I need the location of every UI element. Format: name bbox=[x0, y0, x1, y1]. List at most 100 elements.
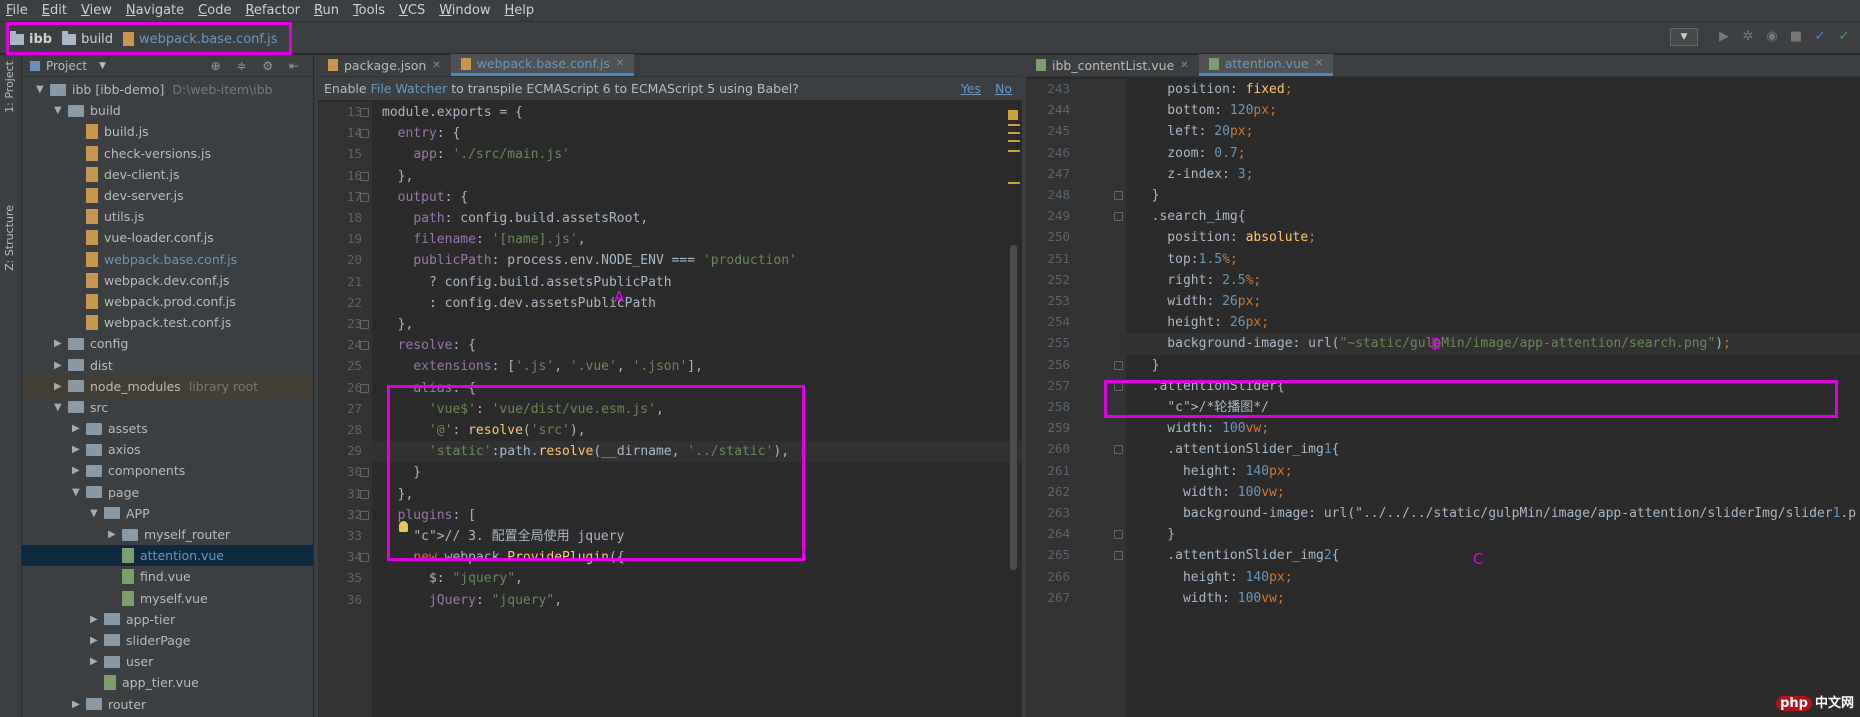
chevron-down-icon[interactable]: ▼ bbox=[99, 61, 106, 71]
fold-icon[interactable] bbox=[1114, 551, 1123, 561]
tree-item[interactable]: ▼ page bbox=[22, 482, 313, 503]
code-line[interactable]: output: { bbox=[382, 187, 468, 208]
tree-item[interactable]: ▶ sliderPage bbox=[22, 630, 313, 651]
chevron-right-icon[interactable]: ▶ bbox=[108, 529, 122, 540]
code-line[interactable]: width: 100vw; bbox=[1136, 418, 1269, 439]
tree-item[interactable]: ▶ app-tier bbox=[22, 609, 313, 630]
code-line[interactable]: width: 26px; bbox=[1136, 291, 1261, 312]
code-line[interactable]: height: 140px; bbox=[1136, 567, 1293, 588]
chevron-down-icon[interactable]: ▼ bbox=[54, 105, 68, 116]
fold-icon[interactable] bbox=[360, 171, 369, 181]
tree-item[interactable]: ▼ build bbox=[22, 100, 313, 121]
panel-actions[interactable]: ⊕ ≑ ⚙ ⇤ bbox=[211, 59, 305, 73]
chevron-right-icon[interactable]: ▶ bbox=[72, 465, 86, 476]
tree-item[interactable]: webpack.test.conf.js bbox=[22, 312, 313, 333]
chevron-right-icon[interactable]: ▶ bbox=[72, 423, 86, 434]
tab-structure[interactable]: Z: Structure bbox=[3, 205, 16, 271]
code-line[interactable]: width: 100vw; bbox=[1136, 482, 1285, 503]
menu-item-tools[interactable]: Tools bbox=[353, 3, 385, 18]
menu-item-window[interactable]: Window bbox=[439, 3, 490, 18]
no-link[interactable]: No bbox=[995, 81, 1012, 96]
editor-tab[interactable]: attention.vue ✕ bbox=[1198, 54, 1334, 76]
code-line[interactable]: .attentionSlider_img2{ bbox=[1136, 545, 1339, 566]
code-line[interactable]: right: 2.5%; bbox=[1136, 270, 1261, 291]
fold-icon[interactable] bbox=[360, 320, 369, 329]
editor-tab[interactable]: package.json ✕ bbox=[318, 54, 451, 76]
tree-item[interactable]: ▶ config bbox=[22, 333, 313, 354]
fold-icon[interactable] bbox=[1114, 530, 1123, 540]
tree-item[interactable]: webpack.prod.conf.js bbox=[22, 291, 313, 312]
code-line[interactable]: filename: '[name].js', bbox=[382, 229, 585, 250]
tree-item[interactable]: vue-loader.conf.js bbox=[22, 227, 313, 248]
chevron-right-icon[interactable]: ▶ bbox=[90, 635, 104, 646]
fold-icon[interactable] bbox=[360, 341, 369, 351]
code-line[interactable]: .search_img{ bbox=[1136, 206, 1246, 227]
tree-item[interactable]: ▶ assets bbox=[22, 418, 313, 439]
tree-item[interactable]: ▶ router bbox=[22, 693, 313, 714]
code-line[interactable]: } bbox=[1136, 524, 1175, 545]
code-line[interactable]: } bbox=[1136, 355, 1160, 376]
tree-item[interactable]: ▶ components bbox=[22, 460, 313, 481]
vcs-update-icon[interactable]: ✓ bbox=[1812, 29, 1828, 45]
menu-item-navigate[interactable]: Navigate bbox=[126, 3, 184, 18]
fold-icon[interactable] bbox=[360, 510, 369, 520]
fold-icon[interactable] bbox=[360, 489, 369, 499]
tree-item[interactable]: ▶ user bbox=[22, 651, 313, 672]
tree-item[interactable]: ▶ node_modules library root bbox=[22, 375, 313, 397]
editor-tab[interactable]: ibb_contentList.vue ✕ bbox=[1026, 54, 1199, 76]
menu-item-refactor[interactable]: Refactor bbox=[245, 3, 300, 18]
code-line[interactable]: position: absolute; bbox=[1136, 227, 1316, 248]
tree-item[interactable]: dev-client.js bbox=[22, 164, 313, 185]
chevron-right-icon[interactable]: ▶ bbox=[90, 656, 104, 667]
tree-item[interactable]: utils.js bbox=[22, 206, 313, 227]
tree-item[interactable]: webpack.dev.conf.js bbox=[22, 270, 313, 291]
code-line[interactable]: .attentionSlider_img1{ bbox=[1136, 439, 1339, 460]
tree-item[interactable]: ▼ src bbox=[22, 397, 313, 418]
close-icon[interactable]: ✕ bbox=[616, 58, 624, 69]
code-line[interactable]: }, bbox=[382, 314, 414, 335]
fold-icon[interactable] bbox=[360, 553, 369, 563]
tree-item[interactable]: check-versions.js bbox=[22, 143, 313, 164]
code-line[interactable]: jQuery: "jquery", bbox=[382, 590, 562, 611]
run-config-dropdown[interactable]: ▼ bbox=[1670, 28, 1698, 46]
chevron-right-icon[interactable]: ▶ bbox=[72, 444, 86, 455]
fold-icon[interactable] bbox=[360, 468, 369, 478]
code-line[interactable]: left: 20px; bbox=[1136, 121, 1253, 142]
chevron-right-icon[interactable]: ▶ bbox=[90, 614, 104, 625]
tree-item[interactable]: ▶ dist bbox=[22, 354, 313, 375]
code-line[interactable]: publicPath: process.env.NODE_ENV === 'pr… bbox=[382, 250, 797, 271]
code-line[interactable]: module.exports = { bbox=[382, 102, 523, 123]
tree-item[interactable]: ▶ axios bbox=[22, 439, 313, 460]
code-line[interactable]: } bbox=[1136, 185, 1160, 206]
close-icon[interactable]: ✕ bbox=[1180, 60, 1188, 71]
file-watcher-link[interactable]: File Watcher bbox=[371, 81, 448, 96]
chevron-down-icon[interactable]: ▼ bbox=[54, 402, 68, 413]
fold-icon[interactable] bbox=[1114, 212, 1123, 222]
chevron-down-icon[interactable]: ▼ bbox=[72, 487, 86, 498]
chevron-right-icon[interactable]: ▶ bbox=[72, 699, 86, 710]
editor-tab[interactable]: webpack.base.conf.js ✕ bbox=[450, 54, 635, 76]
fold-icon[interactable] bbox=[360, 129, 369, 139]
stop-icon[interactable]: ■ bbox=[1788, 29, 1804, 45]
tab-project[interactable]: 1: Project bbox=[3, 61, 16, 113]
code-line[interactable]: app: './src/main.js' bbox=[382, 144, 570, 165]
fold-icon[interactable] bbox=[360, 192, 369, 202]
code-line[interactable]: z-index: 3; bbox=[1136, 164, 1253, 185]
code-line[interactable]: zoom: 0.7; bbox=[1136, 143, 1245, 164]
chevron-right-icon[interactable]: ▶ bbox=[54, 360, 68, 371]
project-panel-title[interactable]: Project bbox=[46, 59, 87, 73]
fold-icon[interactable] bbox=[360, 383, 369, 393]
code-line[interactable]: bottom: 120px; bbox=[1136, 100, 1277, 121]
code-line[interactable]: resolve: { bbox=[382, 335, 476, 356]
tree-item[interactable]: app_tier.vue bbox=[22, 672, 313, 693]
code-line[interactable]: path: config.build.assetsRoot, bbox=[382, 208, 648, 229]
code-line[interactable]: height: 26px; bbox=[1136, 312, 1269, 333]
scrollbar-left-editor[interactable] bbox=[1010, 245, 1017, 570]
chevron-down-icon[interactable]: ▼ bbox=[36, 84, 50, 95]
code-line[interactable]: top:1.5%; bbox=[1136, 249, 1237, 270]
tree-item[interactable]: find.vue bbox=[22, 566, 313, 587]
menu-item-file[interactable]: File bbox=[6, 3, 28, 18]
code-line[interactable]: background-image: url("../../../static/g… bbox=[1136, 503, 1856, 524]
yes-link[interactable]: Yes bbox=[961, 81, 981, 96]
code-line[interactable]: height: 140px; bbox=[1136, 461, 1293, 482]
